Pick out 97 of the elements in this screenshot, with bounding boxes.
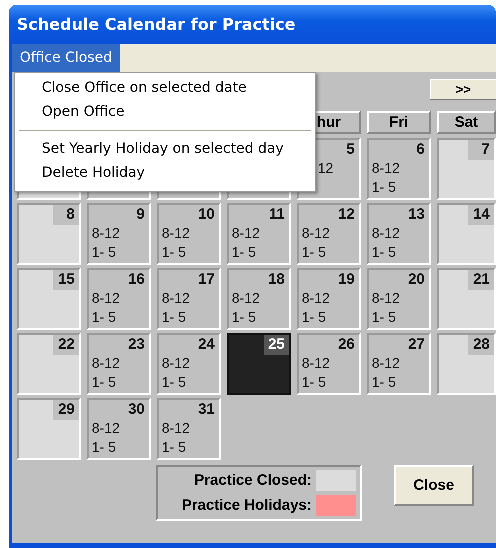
close-button[interactable]: Close [394, 465, 474, 506]
day-cell[interactable]: 13 8-12 1- 5 [367, 203, 431, 265]
day-number: 31 [197, 400, 216, 420]
day-cell[interactable]: 25 [227, 333, 291, 395]
day-cell[interactable]: 16 8-12 1- 5 [87, 268, 151, 330]
day-cell[interactable]: 7 [437, 138, 496, 200]
office-hours: 8-12 [372, 159, 400, 178]
day-number: 5 [346, 140, 356, 160]
office-hours: 1- 5 [92, 308, 118, 327]
next-month-button[interactable]: >> [430, 79, 496, 100]
menu-item[interactable]: Office Closed [12, 44, 120, 72]
day-cell[interactable]: 12 8-12 1- 5 [297, 203, 361, 265]
day-number: 28 [468, 335, 494, 355]
day-number: 19 [337, 270, 356, 290]
office-hours: 8-12 [162, 354, 190, 373]
office-hours: 1- 5 [92, 243, 118, 262]
day-number: 22 [53, 335, 79, 355]
office-hours: 1- 5 [162, 373, 188, 392]
office-hours: 8-12 [302, 224, 330, 243]
office-hours: 8-12 [372, 354, 400, 373]
day-number: 14 [468, 205, 494, 225]
day-cell[interactable]: 15 [17, 268, 81, 330]
office-hours: 1- 5 [162, 308, 188, 327]
day-cell[interactable]: 24 8-12 1- 5 [157, 333, 221, 395]
day-cell[interactable]: 29 [17, 398, 81, 460]
weekday-header: Sat [437, 111, 496, 134]
day-number: 8 [53, 205, 79, 225]
day-cell[interactable]: 18 8-12 1- 5 [227, 268, 291, 330]
day-cell[interactable]: 14 [437, 203, 496, 265]
day-number: 17 [197, 270, 216, 290]
office-hours: 1- 5 [162, 438, 188, 457]
day-cell[interactable]: 21 [437, 268, 496, 330]
day-cell[interactable]: 19 8-12 1- 5 [297, 268, 361, 330]
day-number: 15 [53, 270, 79, 290]
day-number: 30 [127, 400, 146, 420]
legend-label: Practice Closed: [194, 472, 312, 489]
day-cell[interactable]: 8 [17, 203, 81, 265]
office-hours: 1- 5 [372, 308, 398, 327]
legend-label: Practice Holidays: [182, 497, 312, 514]
day-cell[interactable]: 20 8-12 1- 5 [367, 268, 431, 330]
day-number: 20 [407, 270, 426, 290]
office-hours: 1- 5 [302, 308, 328, 327]
office-hours: 1- 5 [302, 243, 328, 262]
day-cell[interactable]: 23 8-12 1- 5 [87, 333, 151, 395]
office-hours: 8-12 [302, 289, 330, 308]
day-cell[interactable]: 28 [437, 333, 496, 395]
day-cell[interactable]: 22 [17, 333, 81, 395]
office-hours: 1- 5 [162, 243, 188, 262]
day-number: 7 [468, 140, 494, 160]
day-cell[interactable]: 31 8-12 1- 5 [157, 398, 221, 460]
day-number: 12 [337, 205, 356, 225]
office-hours: 12 [318, 159, 334, 178]
day-cell[interactable]: 27 8-12 1- 5 [367, 333, 431, 395]
day-number: 21 [468, 270, 494, 290]
office-hours: 8-12 [372, 289, 400, 308]
day-number: 10 [197, 205, 216, 225]
weekday-header: Fri [367, 111, 431, 134]
office-hours: 8-12 [92, 224, 120, 243]
office-hours: 1- 5 [372, 178, 398, 197]
office-hours: 1- 5 [92, 373, 118, 392]
office-hours: 8-12 [92, 354, 120, 373]
day-number: 6 [416, 140, 426, 160]
day-number: 11 [268, 205, 286, 225]
office-hours: 8-12 [92, 419, 120, 438]
day-number: 13 [407, 205, 426, 225]
day-cell[interactable]: 17 8-12 1- 5 [157, 268, 221, 330]
menu-command[interactable]: Close Office on selected date [15, 76, 315, 100]
day-number: 24 [197, 335, 216, 355]
office-hours: 8-12 [232, 224, 260, 243]
day-number: 9 [136, 205, 146, 225]
day-cell[interactable]: 10 8-12 1- 5 [157, 203, 221, 265]
day-cell[interactable]: 30 8-12 1- 5 [87, 398, 151, 460]
day-number: 29 [53, 400, 79, 420]
office-hours: 1- 5 [92, 438, 118, 457]
office-hours: 1- 5 [372, 243, 398, 262]
day-number: 25 [264, 335, 289, 355]
office-hours: 1- 5 [372, 373, 398, 392]
office-hours: 1- 5 [232, 243, 258, 262]
office-hours: 8-12 [162, 289, 190, 308]
day-cell[interactable]: 9 8-12 1- 5 [87, 203, 151, 265]
day-number: 23 [127, 335, 146, 355]
office-hours: 8-12 [92, 289, 120, 308]
day-number: 27 [407, 335, 426, 355]
window-title: Schedule Calendar for Practice [17, 15, 296, 34]
office-hours: 8-12 [232, 289, 260, 308]
day-number: 16 [127, 270, 146, 290]
day-cell[interactable]: 6 8-12 1- 5 [367, 138, 431, 200]
office-hours: 1- 5 [232, 308, 258, 327]
office-hours: 8-12 [302, 354, 330, 373]
day-number: 18 [267, 270, 286, 290]
office-hours: 8-12 [162, 224, 190, 243]
office-hours: 8-12 [162, 419, 190, 438]
office-hours: 8-12 [372, 224, 400, 243]
day-cell[interactable]: 11 8-12 1- 5 [227, 203, 291, 265]
office-hours: 1- 5 [302, 373, 328, 392]
day-cell[interactable]: 26 8-12 1- 5 [297, 333, 361, 395]
day-number: 26 [337, 335, 356, 355]
